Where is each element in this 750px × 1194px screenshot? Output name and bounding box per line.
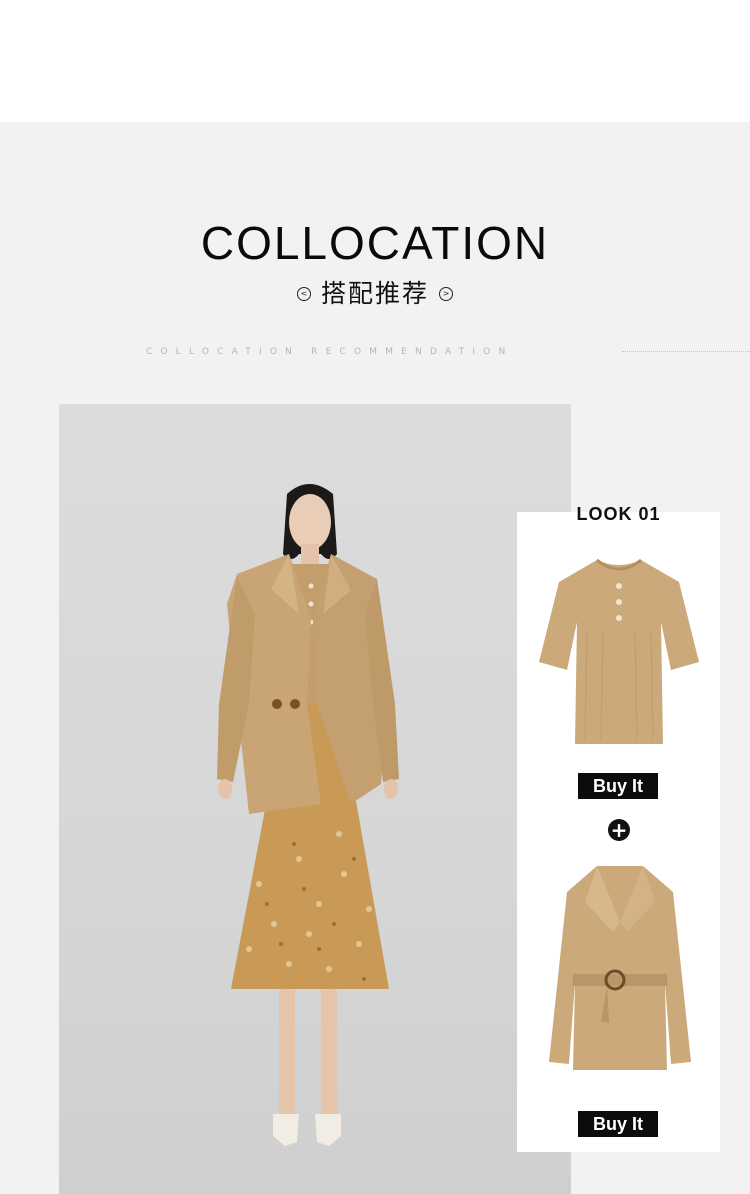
buy-top-button[interactable]: Buy It [578, 773, 658, 799]
look-card: LOOK 01 Buy It + Buy It [517, 504, 720, 1152]
dotted-divider [622, 351, 750, 352]
belted-blazer-image[interactable] [545, 862, 695, 1077]
knit-top-image[interactable] [539, 552, 699, 752]
model-photo [59, 404, 571, 1194]
chevron-right-icon: > [439, 286, 453, 301]
section-subtitle: 搭配推荐 [320, 279, 429, 308]
subtitle-row: < 搭配推荐 > [0, 274, 750, 310]
spaced-caption: COLLOCATION RECOMMENDATION [146, 347, 514, 357]
buy-blazer-button[interactable]: Buy It [578, 1111, 658, 1137]
top-blank-band [0, 0, 750, 122]
plus-icon: + [608, 819, 630, 841]
chevron-left-icon: < [296, 286, 311, 301]
section-title: COLLOCATION [200, 217, 550, 269]
look-label: LOOK 01 [576, 504, 661, 524]
